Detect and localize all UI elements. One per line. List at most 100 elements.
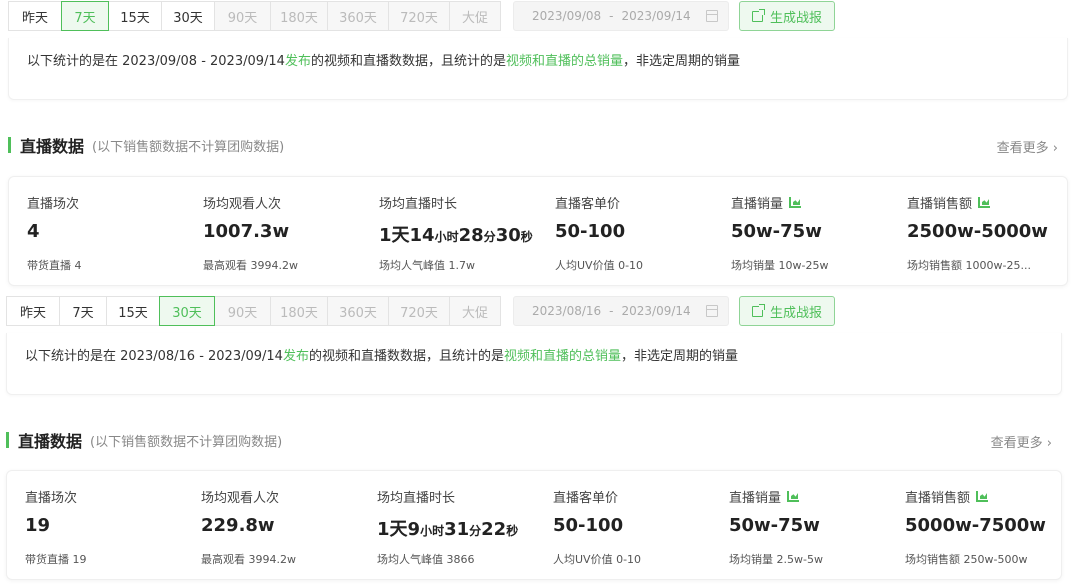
metric-sales-amount: 直播销售额 2500w-5000w 场均销售额 1000w-25... [907,177,1080,287]
generate-report-button[interactable]: 生成战报 [739,296,836,326]
metric-value: 2500w-5000w [907,221,1048,242]
range-button-360d: 360天 [327,1,389,31]
metric-avg-duration: 场均直播时长 1天14小时28分30秒 场均人气峰值 1.7w [379,177,555,287]
date-end: 2023/09/14 [621,9,691,23]
date-toolbar: 昨天 7天 15天 30天 90天 180天 360天 720天 大促 2023… [8,0,1080,32]
date-range-picker[interactable]: 2023/09/08 - 2023/09/14 [513,1,729,31]
metric-sub: 人均UV价值 0-10 [553,553,642,566]
calendar-icon [706,305,718,317]
trend-chart-icon[interactable] [978,197,991,208]
metric-value: 229.8w [201,515,275,536]
notice-link-publish: 发布 [284,54,311,69]
range-button-group: 昨天 7天 15天 30天 90天 180天 360天 720天 大促 [8,1,501,31]
metric-label: 直播销售额 [905,487,989,506]
metric-avg-duration: 场均直播时长 1天9小时31分22秒 场均人气峰值 3866 [377,471,553,581]
metric-value: 50w-75w [731,221,822,242]
metric-sub: 最高观看 3994.2w [201,553,296,566]
metric-sub: 场均销量 2.5w-5w [729,553,823,566]
notice-suffix: ，非选定周期的销量 [623,54,741,69]
metric-value: 19 [25,515,51,536]
range-button-15d[interactable]: 15天 [106,296,160,326]
metric-label: 直播销量 [731,193,802,212]
metric-sub: 场均人气峰值 1.7w [379,259,475,272]
range-button-group: 昨天 7天 15天 30天 90天 180天 360天 720天 大促 [6,296,501,326]
metric-value: 50w-75w [729,515,820,536]
section-header: 直播数据 (以下销售额数据不计算团购数据) 查看更多 › [6,425,1062,455]
metric-sales-volume: 直播销量 50w-75w 场均销量 10w-25w [731,177,907,287]
date-separator: - [609,304,614,318]
export-icon [752,303,765,317]
metric-sales-volume: 直播销量 50w-75w 场均销量 2.5w-5w [729,471,905,581]
date-start: 2023/09/08 [532,9,602,23]
notice-link-total: 视频和直播的总销量 [505,54,623,69]
range-button-90d: 90天 [214,1,271,31]
section-accent-bar [8,137,11,153]
range-button-360d: 360天 [327,296,389,326]
metric-label: 直播销量 [729,487,800,506]
generate-report-button[interactable]: 生成战报 [739,1,836,31]
metric-sub: 带货直播 4 [27,259,82,272]
metric-label: 直播客单价 [553,491,619,506]
export-icon [752,8,765,22]
calendar-icon [706,10,718,22]
trend-chart-icon[interactable] [787,491,800,502]
range-button-promo: 大促 [449,296,501,326]
metric-value: 1天14小时28分30秒 [379,225,533,246]
date-range-picker[interactable]: 2023/08/16 - 2023/09/14 [513,296,729,326]
metric-sub: 场均销售额 1000w-25... [907,259,1031,272]
range-button-yesterday[interactable]: 昨天 [8,1,62,31]
trend-chart-icon[interactable] [789,197,802,208]
notice-prefix: 以下统计的是在 2023/09/08 - 2023/09/14 [27,54,285,69]
stats-panel-1: 昨天 7天 15天 30天 90天 180天 360天 720天 大促 2023… [8,0,1080,286]
range-button-90d: 90天 [214,296,271,326]
notice-suffix: ，非选定周期的销量 [621,349,739,364]
range-button-180d: 180天 [270,1,328,31]
range-button-7d[interactable]: 7天 [61,1,109,31]
range-button-30d[interactable]: 30天 [161,1,215,31]
notice-middle: 的视频和直播数数据，且统计的是 [310,54,506,69]
stats-notice: 以下统计的是在 2023/08/16 - 2023/09/14 发布 的视频和直播… [6,333,1062,395]
metric-sub: 场均销售额 250w-500w [905,553,1028,566]
metric-label: 直播销售额 [907,193,991,212]
metric-label: 场均直播时长 [379,197,458,212]
date-separator: - [609,9,614,23]
range-button-30d[interactable]: 30天 [159,296,215,326]
metric-sub: 带货直播 19 [25,553,87,566]
metric-sub: 场均人气峰值 3866 [377,553,475,566]
range-button-720d: 720天 [388,1,450,31]
generate-report-label: 生成战报 [770,305,823,321]
live-stats-card: 直播场次 19 带货直播 19 场均观看人次 229.8w 最高观看 3994.… [6,470,1062,580]
section-accent-bar [6,432,9,448]
date-start: 2023/08/16 [532,304,602,318]
range-button-180d: 180天 [270,296,328,326]
live-stats-card: 直播场次 4 带货直播 4 场均观看人次 1007.3w 最高观看 3994.2… [8,176,1068,286]
section-title: 直播数据 [18,432,83,451]
generate-report-label: 生成战报 [770,10,823,26]
stats-notice: 以下统计的是在 2023/09/08 - 2023/09/14 发布 的视频和直播… [8,38,1068,100]
notice-link-total: 视频和直播的总销量 [503,349,621,364]
view-more-link[interactable]: 查看更多 › [997,137,1058,156]
metric-value: 5000w-7500w [905,515,1046,536]
metric-label: 直播客单价 [555,197,621,212]
metric-avg-viewers: 场均观看人次 229.8w 最高观看 3994.2w [201,471,377,581]
metric-sub: 场均销量 10w-25w [731,259,829,272]
metric-value: 1007.3w [203,221,290,242]
metric-label: 场均观看人次 [203,197,282,212]
metric-live-sessions: 直播场次 4 带货直播 4 [27,177,203,287]
metric-unit-price: 直播客单价 50-100 人均UV价值 0-10 [553,471,729,581]
section-subtitle: (以下销售额数据不计算团购数据) [92,139,285,155]
trend-chart-icon[interactable] [976,491,989,502]
range-button-7d[interactable]: 7天 [59,296,107,326]
metric-label: 直播场次 [25,491,78,506]
view-more-link[interactable]: 查看更多 › [991,432,1052,451]
metric-label: 场均直播时长 [377,491,456,506]
metric-value: 1天9小时31分22秒 [377,519,519,540]
metric-unit-price: 直播客单价 50-100 人均UV价值 0-10 [555,177,731,287]
metric-avg-viewers: 场均观看人次 1007.3w 最高观看 3994.2w [203,177,379,287]
range-button-yesterday[interactable]: 昨天 [6,296,60,326]
metric-value: 50-100 [553,515,624,536]
section-header: 直播数据 (以下销售额数据不计算团购数据) 查看更多 › [8,130,1068,160]
metric-label: 场均观看人次 [201,491,280,506]
metric-value: 4 [27,221,40,242]
range-button-15d[interactable]: 15天 [108,1,162,31]
